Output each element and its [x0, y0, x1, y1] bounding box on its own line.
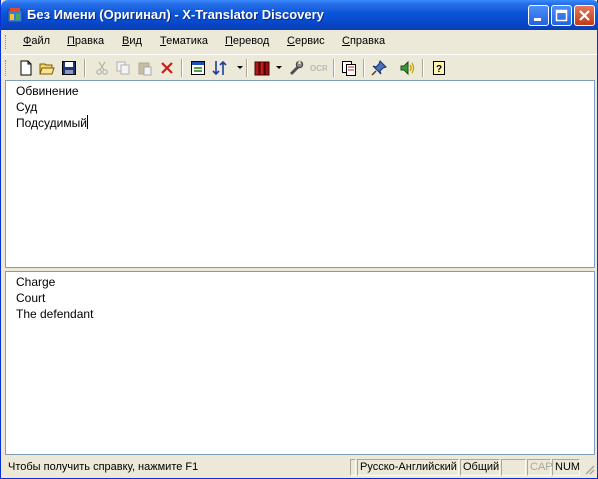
translation-line[interactable]: Court — [16, 290, 93, 306]
translation-line[interactable]: The defendant — [16, 306, 93, 322]
menu-service[interactable]: Сервис — [287, 35, 325, 47]
source-line[interactable]: Суд — [16, 99, 88, 115]
copy-icon — [116, 61, 130, 75]
minimize-button[interactable] — [528, 5, 549, 26]
source-text-pane[interactable]: Обвинение Суд Подсудимый — [5, 80, 595, 268]
help-question-icon: ? — [433, 61, 445, 75]
tools-button[interactable] — [286, 58, 306, 78]
save-disk-icon — [62, 61, 76, 75]
menu-topic[interactable]: Тематика — [160, 35, 208, 47]
status-num-lock: NUM — [552, 459, 580, 476]
source-line[interactable]: Обвинение — [16, 83, 88, 99]
title-bar[interactable]: Без Имени (Оригинал) - X-Translator Disc… — [1, 0, 598, 30]
cut-button[interactable] — [92, 58, 112, 78]
status-bar: Чтобы получить справку, нажмите F1 Русск… — [2, 457, 597, 478]
resize-grip-icon[interactable] — [583, 463, 595, 475]
menu-bar: Файл Правка Вид Тематика Перевод Сервис … — [2, 31, 597, 53]
documents-button[interactable] — [339, 58, 359, 78]
speaker-icon — [400, 60, 415, 76]
dictionary-button[interactable] — [252, 58, 272, 78]
direction-sort-icon — [212, 60, 227, 76]
menu-help[interactable]: Справка — [342, 35, 385, 47]
paste-icon — [138, 62, 152, 76]
ocr-button[interactable]: OCR — [308, 58, 328, 78]
toolbar-separator — [84, 59, 86, 77]
app-window: Без Имени (Оригинал) - X-Translator Disc… — [0, 0, 598, 479]
status-caps-lock: CAP — [527, 459, 553, 476]
status-topic[interactable]: Общий — [460, 459, 500, 476]
copy-button[interactable] — [113, 58, 133, 78]
status-empty-cell — [501, 459, 526, 476]
menu-translate[interactable]: Перевод — [225, 35, 269, 47]
menu-file[interactable]: Файл — [23, 35, 50, 47]
menu-grip[interactable] — [5, 35, 8, 49]
new-document-icon — [20, 60, 32, 76]
close-button[interactable] — [574, 5, 595, 26]
dictionary-books-icon — [254, 61, 270, 76]
status-cell-spacer — [350, 459, 356, 476]
dictionary-dropdown-icon[interactable] — [276, 66, 282, 69]
maximize-button[interactable] — [551, 5, 572, 26]
translation-text-pane[interactable]: Charge Court The defendant — [5, 271, 595, 455]
toolbar-grip[interactable] — [5, 60, 8, 76]
translate-window-icon — [191, 61, 205, 75]
window-title: Без Имени (Оригинал) - X-Translator Disc… — [27, 7, 324, 22]
pin-icon — [371, 60, 387, 76]
cut-scissors-icon — [96, 61, 108, 75]
toolbar-separator — [422, 59, 424, 77]
documents-icon — [342, 61, 356, 76]
toolbar: OCR ? — [2, 54, 597, 80]
source-line-text[interactable]: Подсудимый — [16, 116, 87, 130]
source-text[interactable]: Обвинение Суд Подсудимый — [16, 83, 88, 131]
help-button[interactable]: ? — [429, 58, 449, 78]
svg-text:?: ? — [436, 64, 442, 75]
app-icon[interactable] — [7, 7, 23, 23]
toolbar-separator — [363, 59, 365, 77]
status-direction[interactable]: Русско-Английский — [357, 459, 459, 476]
status-hint: Чтобы получить справку, нажмите F1 — [8, 461, 199, 473]
tools-wrench-icon — [289, 60, 304, 76]
menu-view[interactable]: Вид — [122, 35, 142, 47]
translation-line[interactable]: Charge — [16, 274, 93, 290]
translate-window-button[interactable] — [188, 58, 208, 78]
toolbar-separator — [181, 59, 183, 77]
save-button[interactable] — [59, 58, 79, 78]
direction-button[interactable] — [210, 58, 230, 78]
minimize-icon — [534, 18, 541, 21]
svg-text:OCR: OCR — [310, 64, 327, 73]
open-folder-icon — [39, 63, 55, 75]
direction-dropdown-icon[interactable] — [237, 66, 243, 69]
text-caret — [86, 115, 88, 129]
toolbar-separator — [333, 59, 335, 77]
open-button[interactable] — [37, 58, 57, 78]
ocr-icon: OCR — [310, 64, 327, 73]
translation-text[interactable]: Charge Court The defendant — [16, 274, 93, 322]
close-icon — [579, 10, 590, 21]
source-line-last[interactable]: Подсудимый — [16, 115, 88, 131]
menu-edit[interactable]: Правка — [67, 35, 104, 47]
toolbar-separator — [246, 59, 248, 77]
speaker-button[interactable] — [398, 58, 418, 78]
delete-button[interactable] — [157, 58, 177, 78]
maximize-icon — [555, 9, 568, 22]
paste-button[interactable] — [135, 58, 155, 78]
new-document-button[interactable] — [16, 58, 36, 78]
pin-button[interactable] — [369, 58, 389, 78]
delete-x-icon — [161, 62, 173, 74]
